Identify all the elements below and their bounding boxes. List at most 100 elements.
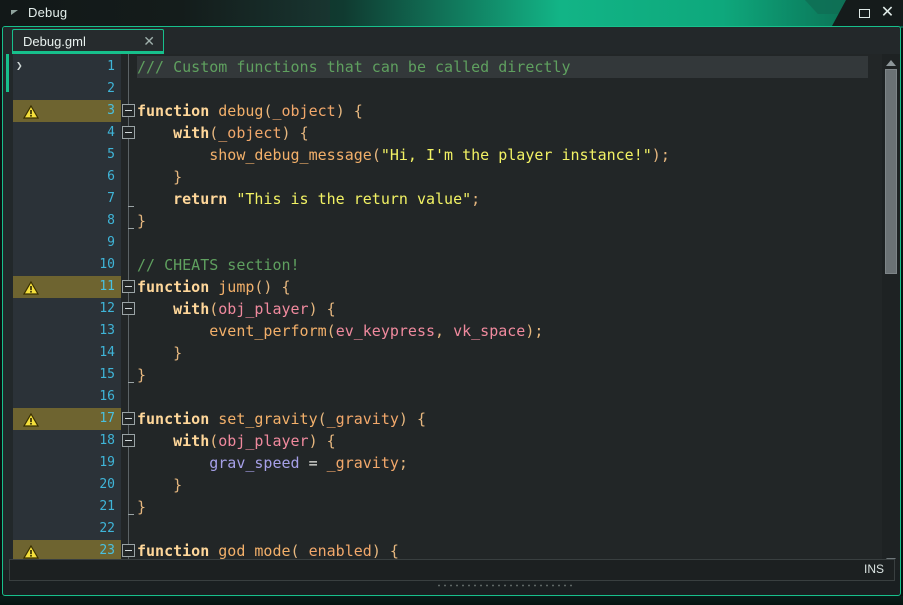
code-line[interactable] [137,232,868,254]
gutter-row[interactable]: 4 [13,122,121,144]
close-button[interactable]: ✕ [877,0,903,26]
warning-icon[interactable] [22,544,40,559]
code-line[interactable]: } [137,210,868,232]
gutter-row[interactable]: 17 [13,408,121,430]
line-number: 9 [107,235,115,250]
gutter-row[interactable]: 14 [13,342,121,364]
gutter-row[interactable]: 13 [13,320,121,342]
code-token: { [281,278,291,296]
code-line[interactable]: show_debug_message("Hi, I'm the player i… [137,144,868,166]
gutter-row[interactable]: 18 [13,430,121,452]
line-number: 14 [99,345,115,360]
gutter-row[interactable]: 5 [13,144,121,166]
code-line[interactable] [137,386,868,408]
code-token: "Hi, I'm the player instance!" [380,146,652,164]
gutter-row[interactable]: 1 [13,56,121,78]
line-number: 5 [107,147,115,162]
warning-icon[interactable] [22,280,40,295]
code-token: { [326,300,336,318]
gutter-row[interactable]: 7 [13,188,121,210]
line-number: 10 [99,257,115,272]
code-line[interactable]: function jump() { [137,276,868,298]
line-number: 6 [107,169,115,184]
code-line[interactable]: /// Custom functions that can be called … [137,56,868,78]
fold-toggle-icon[interactable] [122,104,135,117]
scroll-up-button[interactable] [884,56,898,70]
code-token: ) [308,300,318,318]
code-token: ( [209,124,219,142]
status-bar: INS [9,559,895,581]
gamemaker-script-editor-window: Debug ✕ Debug.gml ✕ 1 2 3 4 5 6 7 8 9 10 11 12 13 14 1… [0,0,903,605]
fold-toggle-icon[interactable] [122,126,135,139]
gutter-row[interactable]: 21 [13,496,121,518]
scrollbar-thumb[interactable] [885,69,897,274]
code-line[interactable]: function debug(_object) { [137,100,868,122]
code-token: god_mode [218,542,291,560]
code-line[interactable]: } [137,364,868,386]
code-token: } [173,168,183,186]
gutter-row[interactable]: 2 [13,78,121,100]
code-line[interactable]: } [137,342,868,364]
vertical-scrollbar[interactable] [882,54,900,570]
line-number: 4 [107,125,115,140]
code-line[interactable]: } [137,496,868,518]
code-line[interactable]: // CHEATS section! [137,254,868,276]
line-number: 17 [99,411,115,426]
code-line[interactable]: } [137,166,868,188]
code-line[interactable] [137,78,868,100]
gutter-row[interactable]: 10 [13,254,121,276]
code-surface[interactable]: 1 2 3 4 5 6 7 8 9 10 11 12 13 14 15 16 17 18 19 20 21 22 23 ❯ /… [3,54,900,570]
warning-icon[interactable] [22,104,40,119]
fold-toggle-icon[interactable] [122,544,135,557]
code-token: , [435,322,454,340]
gutter-row[interactable]: 3 [13,100,121,122]
code-token: ( [371,146,381,164]
gutter-row[interactable]: 11 [13,276,121,298]
triangle-left-icon[interactable] [11,10,18,15]
fold-toggle-icon[interactable] [122,302,135,315]
modified-marker [6,54,9,92]
fold-toggle-icon[interactable] [122,434,135,447]
code-line[interactable]: with(obj_player) { [137,430,868,452]
gutter-row[interactable]: 16 [13,386,121,408]
code-line[interactable]: grav_speed = _gravity; [137,452,868,474]
code-line[interactable]: return "This is the return value"; [137,188,868,210]
gutter-row[interactable]: 15 [13,364,121,386]
line-number: 13 [99,323,115,338]
code-line[interactable] [137,518,868,540]
code-line[interactable]: } [137,474,868,496]
gutter-row[interactable]: 8 [13,210,121,232]
gutter-row[interactable]: 9 [13,232,121,254]
gutter-row[interactable]: 22 [13,518,121,540]
code-token: ( [317,410,327,428]
gutter-row[interactable]: 6 [13,166,121,188]
fold-toggle-icon[interactable] [122,280,135,293]
code-line[interactable]: with(obj_player) { [137,298,868,320]
code-line[interactable]: event_perform(ev_keypress, vk_space); [137,320,868,342]
code-folding-column[interactable] [121,54,137,570]
resize-grip[interactable] [436,583,576,588]
gutter-row[interactable]: 20 [13,474,121,496]
gutter-row[interactable]: 12 [13,298,121,320]
code-token: _object [218,124,282,142]
code-line[interactable]: function set_gravity(_gravity) { [137,408,868,430]
tab-debug-gml[interactable]: Debug.gml ✕ [12,29,164,54]
gutter-row[interactable]: 19 [13,452,121,474]
code-token: } [173,476,183,494]
line-number: 16 [99,389,115,404]
code-token: ) [651,146,661,164]
maximize-button[interactable] [851,0,877,26]
fold-end-marker [128,228,134,229]
code-token: event_perform [209,322,327,340]
warning-icon[interactable] [22,412,40,427]
tab-close-icon[interactable]: ✕ [143,33,155,50]
fold-toggle-icon[interactable] [122,412,135,425]
code-text-area[interactable]: /// Custom functions that can be called … [137,54,868,570]
code-line[interactable]: with(_object) { [137,122,868,144]
line-number-gutter[interactable]: 1 2 3 4 5 6 7 8 9 10 11 12 13 14 15 16 17 18 19 20 21 22 23 ❯ [13,54,121,570]
